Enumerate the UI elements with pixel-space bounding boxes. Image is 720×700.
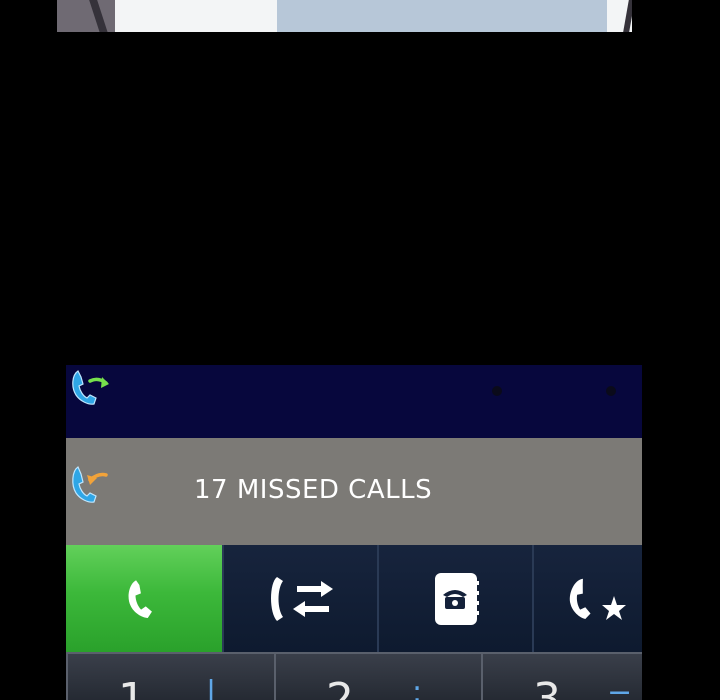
tab-favorites[interactable] bbox=[532, 545, 642, 652]
status-bar bbox=[66, 365, 642, 438]
favorites-call-icon bbox=[569, 578, 626, 620]
tab-contacts[interactable] bbox=[377, 545, 532, 652]
missed-calls-label: 17 MISSED CALLS bbox=[194, 475, 433, 505]
dial-keypad: 1 | 2 : 3 − bbox=[66, 652, 642, 700]
outgoing-call-icon bbox=[72, 370, 109, 405]
phone-screen: 17 MISSED CALLS 1 | 2: 3 − bbox=[66, 365, 642, 700]
key-2[interactable]: 2 : bbox=[274, 652, 481, 700]
phone-dial-icon bbox=[128, 579, 152, 618]
panel-illustration bbox=[277, 0, 607, 32]
comic-panel-fragment bbox=[57, 0, 632, 32]
call-log-icon bbox=[270, 576, 333, 621]
key-sub-symbol: − bbox=[607, 675, 633, 700]
panel-frame-right bbox=[623, 0, 632, 32]
tab-dialer[interactable] bbox=[66, 545, 222, 652]
missed-call-icon bbox=[72, 466, 108, 503]
status-dot bbox=[606, 386, 616, 396]
key-3[interactable]: 3 − bbox=[481, 652, 642, 700]
tab-call-log[interactable] bbox=[222, 545, 377, 652]
panel-frame-left bbox=[57, 0, 115, 32]
key-digit: 2 bbox=[326, 674, 354, 700]
key-sub-symbol: : bbox=[412, 675, 423, 700]
dialer-toolbar bbox=[66, 545, 642, 652]
key-digit: 3 bbox=[533, 674, 561, 700]
key-sub-symbol: | bbox=[206, 675, 217, 700]
key-1[interactable]: 1 | bbox=[66, 652, 274, 700]
status-dot bbox=[492, 386, 502, 396]
contacts-book-icon bbox=[434, 572, 479, 625]
key-digit: 1 bbox=[118, 674, 146, 700]
